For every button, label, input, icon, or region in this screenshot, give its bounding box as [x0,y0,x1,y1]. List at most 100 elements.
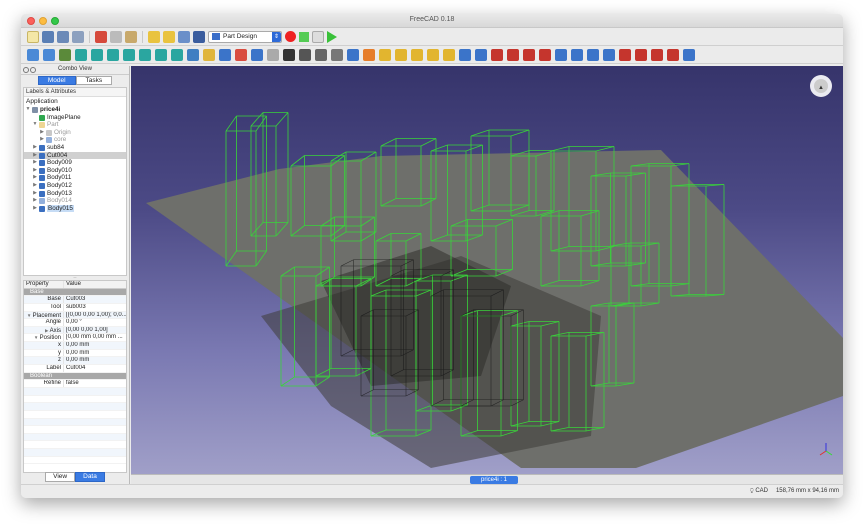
copy-icon[interactable] [110,30,122,43]
save-icon[interactable] [57,30,69,43]
float-panel-icon[interactable] [23,67,29,73]
fit-all-icon[interactable] [27,48,39,61]
additive-loft-icon[interactable] [411,48,423,61]
mirrored-icon[interactable] [555,48,567,61]
property-row[interactable]: ▼ Placement [(0,00 0,00 1,00); 0,0... [24,311,126,320]
tree-item[interactable]: ▼ Part [24,121,126,129]
save-as-icon[interactable] [72,30,84,43]
tree-item[interactable]: ▶ sub84 [24,144,126,152]
collapsed-arrow-icon[interactable]: ▶ [32,152,38,160]
pad-icon[interactable] [379,48,391,61]
tree-item[interactable]: ▶ Cut004 [24,151,126,160]
tree-item[interactable]: ▶ core [24,136,126,144]
tree-item[interactable]: ▶ Body011 [24,174,126,182]
collapsed-arrow-icon[interactable]: ▶ [32,174,38,182]
clone-icon[interactable] [363,48,375,61]
collapsed-arrow-icon[interactable]: ▶ [32,190,38,198]
tree-item[interactable]: ImagePlane [24,114,126,122]
create-part-icon[interactable] [203,48,215,61]
additive-primitive-icon[interactable] [443,48,455,61]
stop-macro-icon[interactable] [299,31,309,42]
sketch-icon[interactable] [267,48,279,61]
collapsed-arrow-icon[interactable]: ▶ [32,144,38,152]
linear-pattern-icon[interactable] [571,48,583,61]
navigation-style[interactable]: ⍜ CAD [750,488,768,495]
draft-icon[interactable] [651,48,663,61]
draw-style-icon[interactable] [59,48,71,61]
property-row[interactable]: Base Cut003 [24,296,126,304]
measure-distance-icon[interactable] [187,48,199,61]
tab-tasks[interactable]: Tasks [75,76,113,85]
tree-item[interactable]: ▼ price4i [24,106,126,114]
tree-item[interactable]: ▶ Body015 [24,204,126,213]
property-row[interactable]: ▼ Position [0,00 mm 0,00 mm ... [24,334,126,343]
redo-icon[interactable] [163,30,175,43]
tree-item[interactable]: ▶ Body012 [24,182,126,190]
undo-icon[interactable] [148,30,160,43]
expanded-arrow-icon[interactable]: ▼ [32,121,38,129]
workbench-selector[interactable]: Part Design ⇕ [208,30,282,43]
tree-item[interactable]: ▶ Body013 [24,190,126,198]
fillet-icon[interactable] [619,48,631,61]
cut-icon[interactable] [95,30,107,43]
datum-plane-icon[interactable] [315,48,327,61]
tree-item[interactable]: ▶ Origin [24,129,126,137]
create-group-icon[interactable] [219,48,231,61]
collapsed-arrow-icon[interactable]: ▶ [32,205,38,213]
tab-view[interactable]: View [45,472,76,482]
chamfer-icon[interactable] [635,48,647,61]
collapsed-arrow-icon[interactable]: ▶ [32,159,38,167]
navigation-cube[interactable]: ▲ [810,75,832,97]
document-tab[interactable]: price4i : 1 [470,476,518,484]
local-coordinate-icon[interactable] [331,48,343,61]
refresh-icon[interactable] [178,30,190,43]
front-view-icon[interactable] [91,48,103,61]
property-row[interactable]: Label Cut004 [24,365,126,373]
create-body-icon[interactable] [251,48,263,61]
property-row[interactable]: Refine false [24,380,126,388]
revolution-icon[interactable] [395,48,407,61]
new-document-icon[interactable] [27,30,39,43]
expanded-arrow-icon[interactable]: ▼ [25,106,31,114]
thickness-icon[interactable] [667,48,679,61]
macros-icon[interactable] [312,30,324,43]
rear-view-icon[interactable] [139,48,151,61]
whats-this-icon[interactable] [193,30,205,43]
create-link-icon[interactable] [235,48,247,61]
left-view-icon[interactable] [171,48,183,61]
additive-pipe-icon[interactable] [427,48,439,61]
top-view-icon[interactable] [107,48,119,61]
record-macro-icon[interactable] [285,31,296,42]
tree-item[interactable]: ▶ Body009 [24,159,126,167]
bottom-view-icon[interactable] [155,48,167,61]
execute-macro-icon[interactable] [327,30,337,43]
close-panel-icon[interactable] [30,67,36,73]
property-row[interactable]: ▶ Axis [0,00 0,00 1,00] [24,326,126,335]
right-view-icon[interactable] [123,48,135,61]
boolean-icon[interactable] [683,48,695,61]
paste-icon[interactable] [125,30,137,43]
multi-transform-icon[interactable] [603,48,615,61]
property-row[interactable]: Tool sub003 [24,303,126,312]
hole-icon[interactable] [475,48,487,61]
open-folder-icon[interactable] [42,30,54,43]
shape-binder-icon[interactable] [347,48,359,61]
tab-data[interactable]: Data [75,472,105,482]
subtractive-loft-icon[interactable] [507,48,519,61]
polar-pattern-icon[interactable] [587,48,599,61]
property-row[interactable]: y 0,00 mm [24,349,126,358]
tree-item[interactable]: ▶ Body010 [24,167,126,175]
collapsed-arrow-icon[interactable]: ▶ [32,197,38,205]
isometric-view-icon[interactable] [75,48,87,61]
property-row[interactable]: x 0,00 mm [24,342,126,350]
tree-item[interactable]: ▶ Body014 [24,197,126,205]
collapsed-arrow-icon[interactable]: ▶ [32,167,38,175]
subtractive-pipe-icon[interactable] [523,48,535,61]
tab-model[interactable]: Model [37,76,76,85]
groove-icon[interactable] [491,48,503,61]
3d-viewport[interactable]: ▲ [131,66,843,474]
fit-selection-icon[interactable] [43,48,55,61]
datum-point-icon[interactable] [283,48,295,61]
property-row[interactable]: z 0,00 mm [24,357,126,366]
collapsed-arrow-icon[interactable]: ▶ [32,182,38,190]
